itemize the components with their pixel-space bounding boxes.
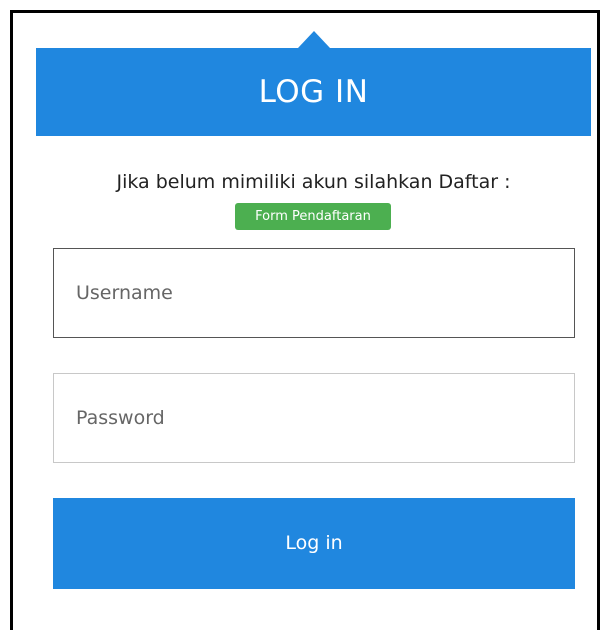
login-header: LOG IN [36,48,591,136]
password-input[interactable] [53,373,575,463]
page-title: LOG IN [258,74,369,110]
username-input[interactable] [53,248,575,338]
register-prompt: Jika belum mimiliki akun silahkan Daftar… [116,171,511,193]
login-button[interactable]: Log in [53,498,575,589]
header-arrow [298,31,330,48]
register-form-button[interactable]: Form Pendaftaran [235,203,391,230]
